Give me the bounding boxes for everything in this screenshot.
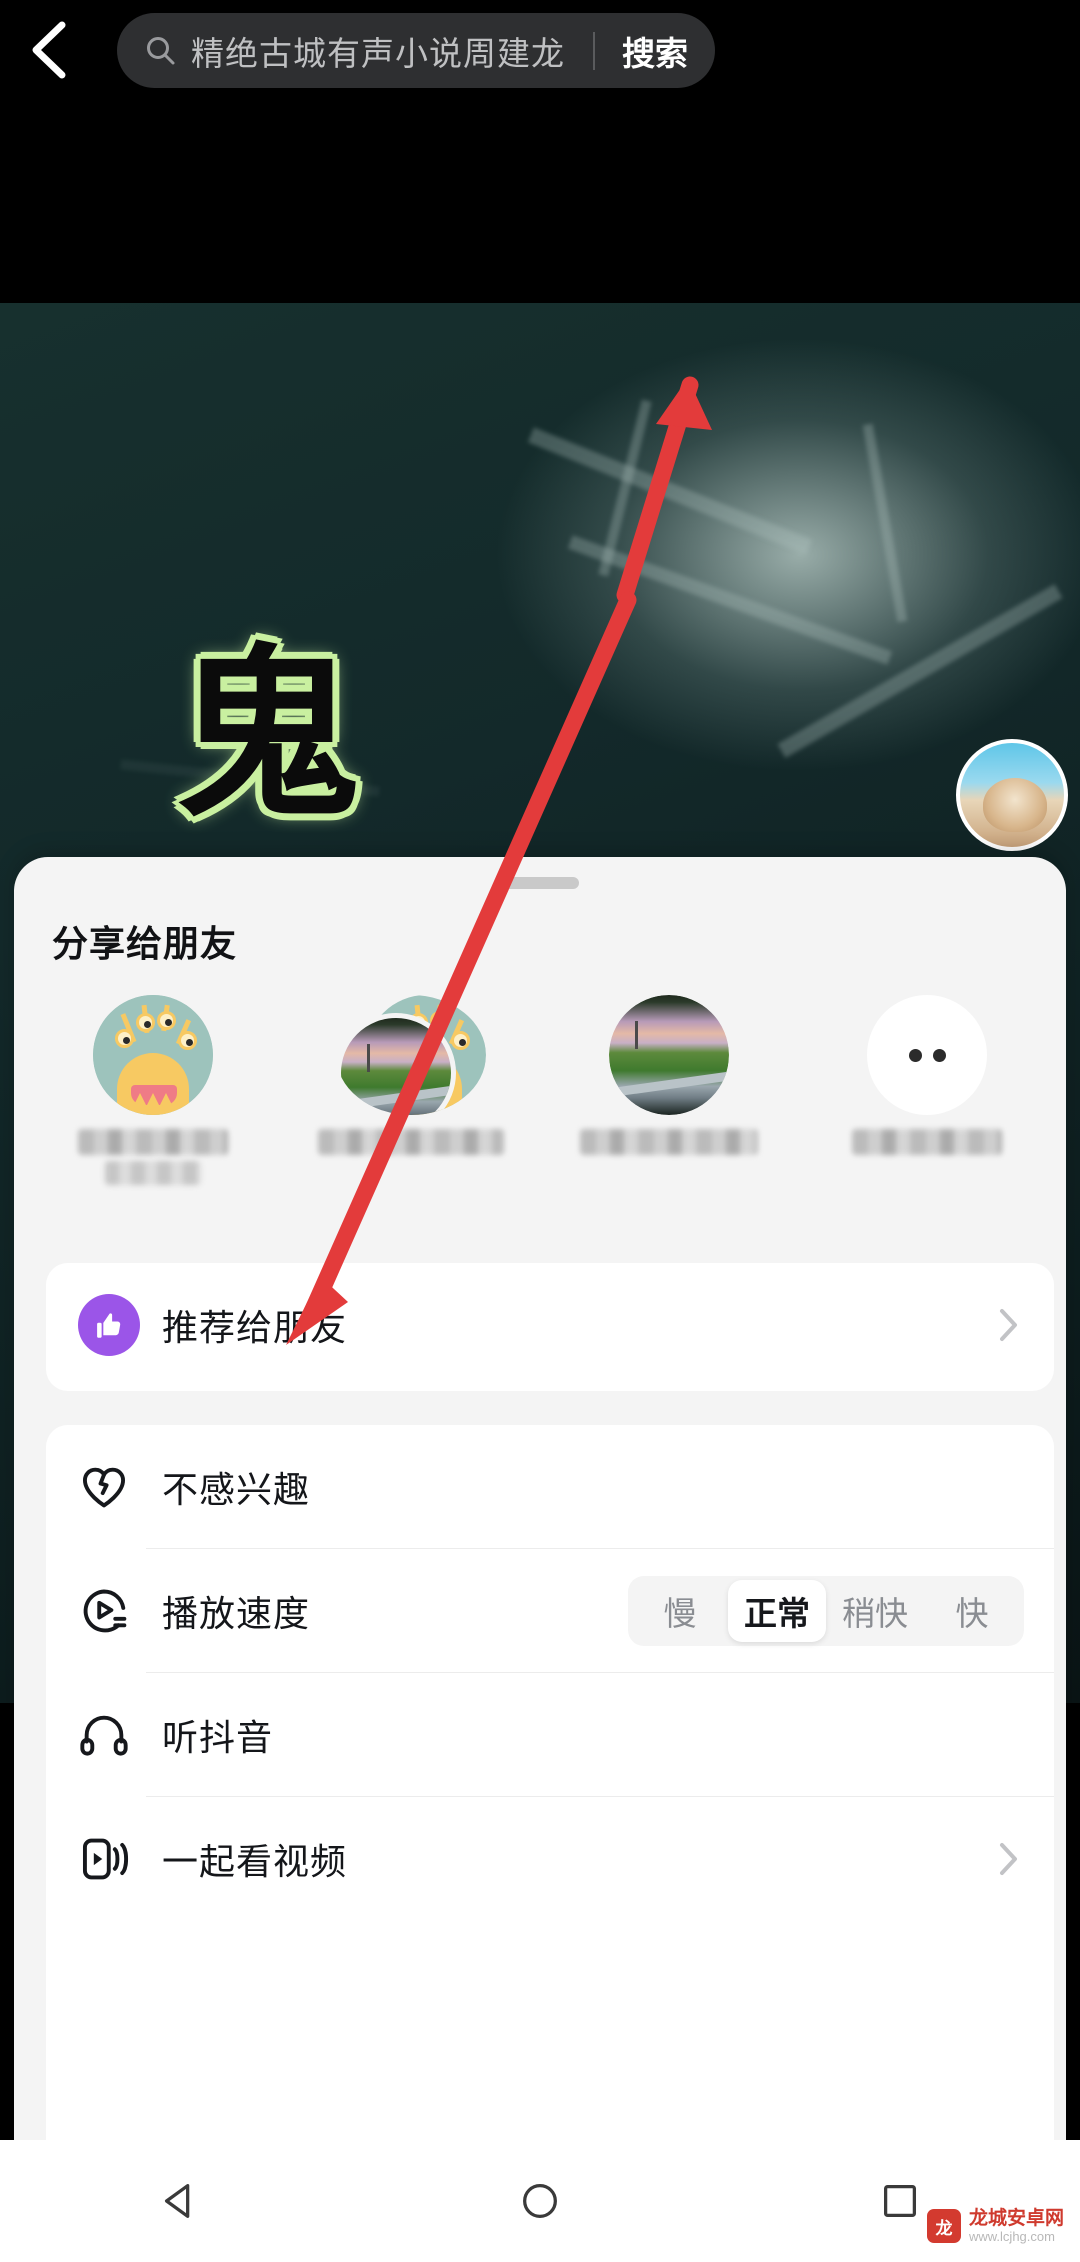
phone-screen: 精绝古城有声小说周建龙 搜索 鬼 分享给朋友 推荐给朋友 不感兴趣 播放速度 慢… — [0, 0, 1080, 2262]
headphones-icon — [78, 1709, 140, 1761]
landscape-avatar — [609, 995, 729, 1115]
friend-name-blurred — [318, 1129, 504, 1155]
monster-avatar — [93, 995, 213, 1115]
friend-item[interactable] — [24, 995, 282, 1185]
drag-handle[interactable] — [501, 877, 579, 889]
friend-name-blurred — [580, 1129, 758, 1155]
watermark-text: 龙城安卓网 www.lcjhg.com — [968, 2207, 1064, 2244]
playback-speed-selector[interactable]: 慢 正常 稍快 快 — [628, 1576, 1024, 1646]
friend-name-blurred-extra — [105, 1161, 201, 1185]
search-input[interactable]: 精绝古城有声小说周建龙 — [191, 27, 593, 75]
circle-home-icon — [523, 2184, 557, 2218]
chevron-left-icon — [32, 21, 66, 79]
friend-item[interactable] — [282, 995, 540, 1155]
row-recommend-to-friends[interactable]: 推荐给朋友 — [46, 1263, 1054, 1387]
nav-home-button[interactable] — [480, 2140, 600, 2262]
watch-together-icon — [78, 1833, 140, 1885]
speed-option-slow[interactable]: 慢 — [632, 1580, 728, 1642]
video-overlay-text: 鬼 — [175, 627, 360, 843]
broken-heart-icon — [78, 1461, 140, 1513]
android-navigation-bar — [0, 2140, 1080, 2262]
actions-card: 不感兴趣 播放速度 慢 正常 稍快 快 听抖音 一起看视频 — [46, 1425, 1054, 2262]
thumbs-up-icon — [78, 1294, 140, 1356]
share-bottom-sheet: 分享给朋友 推荐给朋友 不感兴趣 播放速度 慢 正常 稍快 快 听抖音 一起看视… — [14, 857, 1066, 2262]
search-submit-button[interactable]: 搜索 — [595, 27, 715, 75]
watermark-logo: 龙 — [926, 2209, 961, 2244]
stacked-avatar — [336, 995, 486, 1115]
site-watermark: 龙 龙城安卓网 www.lcjhg.com — [926, 2207, 1064, 2244]
row-watch-together[interactable]: 一起看视频 — [46, 1797, 1054, 1921]
nav-back-button[interactable] — [120, 2140, 240, 2262]
friend-name-blurred — [78, 1129, 228, 1155]
row-label: 播放速度 — [162, 1593, 311, 1634]
row-not-interested[interactable]: 不感兴趣 — [46, 1425, 1054, 1549]
speed-option-fast[interactable]: 快 — [924, 1580, 1020, 1642]
row-label: 推荐给朋友 — [162, 1307, 348, 1348]
search-icon — [145, 35, 177, 67]
more-friends-item[interactable] — [798, 995, 1056, 1155]
friend-item[interactable] — [540, 995, 798, 1155]
more-friends-icon — [867, 995, 987, 1115]
video-letterbox — [0, 100, 1080, 303]
more-friends-label-blurred — [852, 1129, 1002, 1155]
row-label: 一起看视频 — [162, 1841, 348, 1882]
row-label: 不感兴趣 — [162, 1469, 311, 1510]
sheet-title: 分享给朋友 — [52, 923, 238, 964]
triangle-back-icon — [164, 2184, 190, 2218]
row-listen-douyin[interactable]: 听抖音 — [46, 1673, 1054, 1797]
speed-option-normal[interactable]: 正常 — [728, 1580, 826, 1642]
speed-option-faster[interactable]: 稍快 — [826, 1580, 924, 1642]
search-header: 精绝古城有声小说周建龙 搜索 — [0, 0, 1080, 100]
search-bar[interactable]: 精绝古城有声小说周建龙 搜索 — [117, 13, 715, 88]
watermark-name: 龙城安卓网 — [968, 2207, 1064, 2229]
friends-share-row — [24, 995, 1056, 1185]
square-recents-icon — [883, 2184, 917, 2218]
chevron-right-icon — [988, 1840, 1028, 1878]
chevron-right-icon — [988, 1306, 1028, 1344]
recommend-card: 推荐给朋友 — [46, 1263, 1054, 1391]
row-playback-speed[interactable]: 播放速度 慢 正常 稍快 快 — [46, 1549, 1054, 1673]
watermark-url: www.lcjhg.com — [968, 2228, 1055, 2244]
row-label: 听抖音 — [162, 1717, 274, 1758]
back-button[interactable] — [0, 0, 100, 100]
play-speed-icon — [78, 1585, 140, 1637]
author-avatar[interactable] — [956, 739, 1068, 851]
